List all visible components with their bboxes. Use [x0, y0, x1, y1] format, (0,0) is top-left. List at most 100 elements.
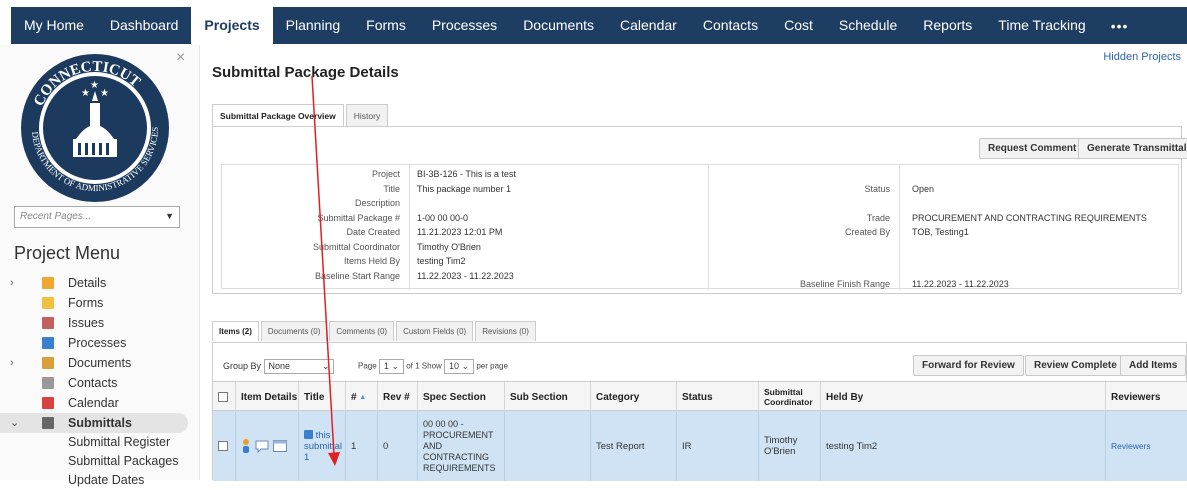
sidebar-item-submittals[interactable]: ⌄ Submittals	[0, 413, 188, 433]
table-row[interactable]: this submittal 1 1 0 00 00 00 - PROCUREM…	[213, 411, 1187, 481]
nav-tab-contacts[interactable]: Contacts	[690, 7, 771, 44]
contacts-icon	[42, 377, 54, 389]
col-sub-section[interactable]: Sub Section	[504, 382, 590, 412]
page-select[interactable]: 1 ⌄	[378, 359, 404, 374]
nav-tab-projects[interactable]: Projects	[191, 7, 273, 44]
per-page-label: per page	[476, 361, 508, 371]
field-value: This package number 1	[417, 183, 512, 194]
tab-documents[interactable]: Documents (0)	[260, 321, 328, 341]
sidebar-subitem-update-dates[interactable]: Update Dates	[0, 471, 188, 490]
tab-overview[interactable]: Submittal Package Overview	[212, 104, 344, 127]
nav-tab-cost[interactable]: Cost	[771, 7, 826, 44]
nav-tab-my-home[interactable]: My Home	[11, 7, 97, 44]
per-page-select[interactable]: 10 ⌄	[444, 359, 475, 374]
tab-comments[interactable]: Comments (0)	[329, 321, 395, 341]
nav-tab-forms[interactable]: Forms	[353, 7, 419, 44]
field-label: Created By	[844, 227, 890, 237]
recent-pages-placeholder: Recent Pages...	[20, 211, 92, 222]
col-title[interactable]: Title	[298, 382, 345, 412]
select-all-checkbox[interactable]	[218, 392, 228, 402]
details-icon	[42, 277, 54, 289]
field-label: Title	[383, 183, 400, 194]
expand-icon[interactable]: ⌄	[10, 413, 19, 433]
page-title: Submittal Package Details	[212, 64, 399, 81]
project-menu-title: Project Menu	[14, 243, 121, 263]
select-all-checkbox-cell[interactable]	[213, 382, 235, 412]
field-label: Baseline Finish Range	[799, 279, 890, 289]
person-icon[interactable]	[241, 438, 251, 454]
col-rev[interactable]: Rev #	[377, 382, 417, 412]
nav-tab-reports[interactable]: Reports	[910, 7, 985, 44]
col-status[interactable]: Status	[676, 382, 758, 412]
col-reviewers[interactable]: Reviewers	[1105, 382, 1187, 412]
svg-text:★: ★	[90, 80, 99, 91]
field-label: Description	[354, 198, 400, 208]
sidebar-item-issues[interactable]: Issues	[0, 313, 188, 333]
nav-tab-calendar[interactable]: Calendar	[607, 7, 690, 44]
overview-tabs: Submittal Package Overview History	[212, 104, 390, 127]
field-value: 11.22.2023 - 11.22.2023	[417, 270, 514, 281]
comment-icon[interactable]	[255, 440, 269, 453]
held-by-cell: testing Tim2	[820, 411, 1105, 481]
sidebar-item-processes[interactable]: Processes	[0, 333, 188, 353]
calendar-icon	[42, 397, 54, 409]
close-icon[interactable]: ×	[176, 49, 185, 67]
sidebar-subitem-submittal-register[interactable]: Submittal Register	[0, 433, 188, 452]
row-checkbox[interactable]	[218, 441, 228, 451]
reviewers-link[interactable]: Reviewers	[1111, 441, 1151, 451]
col-category[interactable]: Category	[590, 382, 676, 412]
col-number[interactable]: # ▲	[345, 382, 377, 412]
submittal-title-link[interactable]: this submittal 1	[304, 430, 345, 463]
forward-for-review-button[interactable]: Forward for Review	[913, 355, 1024, 376]
field-value: 11.22.2023 - 11.22.2023	[912, 279, 1009, 289]
col-submittal-coordinator[interactable]: Submittal Coordinator	[758, 382, 820, 412]
sidebar-item-contacts[interactable]: Contacts	[0, 373, 188, 393]
tab-items[interactable]: Items (2)	[212, 321, 259, 341]
sidebar-item-label: Calendar	[68, 396, 119, 410]
sidebar-item-forms[interactable]: Forms	[0, 293, 188, 313]
col-held-by[interactable]: Held By	[820, 382, 1105, 412]
hidden-projects-link[interactable]: Hidden Projects	[1103, 51, 1181, 63]
svg-text:★: ★	[100, 88, 109, 99]
tab-revisions[interactable]: Revisions (0)	[475, 321, 536, 341]
field-label: Submittal Package #	[317, 212, 400, 223]
nav-tab-planning[interactable]: Planning	[273, 7, 354, 44]
sidebar-item-label: Documents	[68, 356, 132, 370]
sub-section-cell	[504, 411, 590, 481]
page-label: Page	[358, 361, 377, 371]
spec-section-cell: 00 00 00 - PROCUREMENT AND CONTRACTING R…	[417, 411, 504, 481]
nav-tab-processes[interactable]: Processes	[419, 7, 510, 44]
col-item-details[interactable]: Item Details	[235, 382, 298, 412]
field-label: Items Held By	[343, 256, 400, 266]
expand-icon[interactable]: ›	[10, 353, 14, 373]
add-items-button[interactable]: Add Items	[1120, 355, 1187, 376]
field-label: Trade	[866, 213, 890, 223]
document-icon	[304, 430, 313, 440]
project-menu: › Details Forms Issues Processes › Documents Co…	[0, 273, 188, 490]
nav-tab-documents[interactable]: Documents	[510, 7, 607, 44]
sidebar-item-calendar[interactable]: Calendar	[0, 393, 188, 413]
request-comment-button[interactable]: Request Comment	[979, 138, 1086, 159]
field-label: Project	[371, 169, 400, 179]
generate-transmittal-button[interactable]: Generate Transmittal	[1078, 138, 1187, 159]
col-spec-section[interactable]: Spec Section	[417, 382, 504, 412]
sidebar-subitem-submittal-packages[interactable]: Submittal Packages	[0, 452, 188, 471]
sidebar-item-details[interactable]: › Details	[0, 273, 188, 293]
tab-custom[interactable]: Custom Fields (0)	[396, 321, 474, 341]
sidebar-item-documents[interactable]: › Documents	[0, 353, 188, 373]
calendar-icon[interactable]	[273, 440, 287, 452]
nav-tab-time-tracking[interactable]: Time Tracking	[985, 7, 1098, 44]
review-complete-button[interactable]: Review Complete	[1025, 355, 1126, 376]
nav-tab-dashboard[interactable]: Dashboard	[97, 7, 192, 44]
sidebar-item-label: Issues	[68, 316, 105, 330]
expand-icon[interactable]: ›	[10, 273, 14, 293]
row-checkbox-cell[interactable]	[213, 411, 235, 481]
top-nav-bar: My Home Dashboard Projects Planning Forms Pro…	[11, 7, 1187, 44]
more-menu-icon[interactable]: •••	[1099, 18, 1141, 34]
tab-history[interactable]: History	[345, 104, 389, 127]
top-navigation: My Home Dashboard Projects Planning Forms Pro…	[0, 0, 1187, 45]
sidebar-item-label: Details	[68, 276, 107, 290]
recent-pages-dropdown[interactable]: Recent Pages... ▼	[14, 206, 180, 228]
nav-tab-schedule[interactable]: Schedule	[826, 7, 910, 44]
group-by-select[interactable]: None ⌄	[263, 359, 334, 374]
